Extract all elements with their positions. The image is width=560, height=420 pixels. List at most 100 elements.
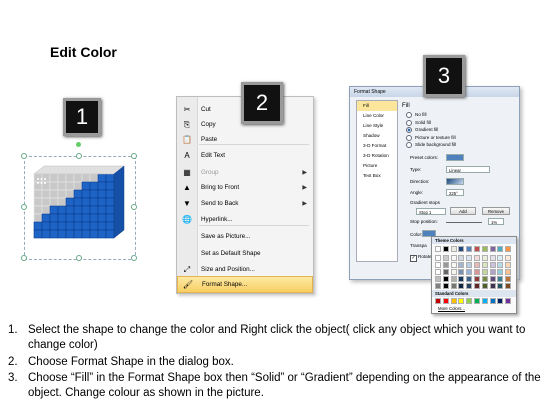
color-swatch[interactable] bbox=[489, 246, 496, 252]
color-swatch[interactable] bbox=[442, 246, 449, 252]
color-swatch[interactable] bbox=[458, 262, 465, 268]
color-swatch[interactable] bbox=[497, 269, 504, 275]
color-swatch[interactable] bbox=[474, 262, 480, 268]
color-swatch[interactable] bbox=[466, 283, 473, 289]
color-swatch[interactable] bbox=[466, 262, 473, 268]
color-swatch[interactable] bbox=[435, 298, 441, 304]
color-swatch[interactable] bbox=[481, 269, 488, 275]
color-swatch[interactable] bbox=[466, 276, 473, 282]
color-swatch[interactable] bbox=[466, 255, 473, 261]
color-swatch[interactable] bbox=[435, 255, 441, 261]
color-swatch[interactable] bbox=[474, 298, 480, 304]
color-swatch[interactable] bbox=[442, 262, 449, 268]
color-swatch[interactable] bbox=[435, 276, 441, 282]
color-swatch[interactable] bbox=[481, 255, 488, 261]
fill-option[interactable]: Slide background fill bbox=[406, 142, 456, 148]
selection-handle[interactable] bbox=[131, 153, 137, 159]
color-swatch[interactable] bbox=[497, 262, 504, 268]
color-swatch[interactable] bbox=[489, 262, 496, 268]
color-swatch[interactable] bbox=[458, 269, 465, 275]
color-swatch[interactable] bbox=[497, 283, 504, 289]
color-swatch[interactable] bbox=[442, 283, 449, 289]
color-swatch[interactable] bbox=[435, 262, 441, 268]
menu-item[interactable]: Save as Picture... bbox=[177, 228, 313, 245]
angle-field[interactable]: 225° bbox=[446, 189, 464, 196]
color-swatch[interactable] bbox=[450, 283, 457, 289]
fill-option[interactable]: Gradient fill bbox=[406, 127, 438, 133]
selection-handle[interactable] bbox=[76, 153, 82, 159]
color-swatch[interactable] bbox=[497, 246, 504, 252]
dialog-nav-item[interactable]: 3-D Rotation bbox=[357, 151, 397, 161]
color-swatch[interactable] bbox=[505, 276, 512, 282]
color-swatch[interactable] bbox=[489, 269, 496, 275]
dialog-nav-item[interactable]: Text Box bbox=[357, 171, 397, 181]
menu-item[interactable]: Set as Default Shape bbox=[177, 245, 313, 262]
color-swatch[interactable] bbox=[497, 276, 504, 282]
color-swatch[interactable] bbox=[489, 255, 496, 261]
fill-option[interactable]: Solid fill bbox=[406, 119, 431, 126]
add-stop-button[interactable]: Add bbox=[450, 207, 476, 215]
color-swatch[interactable] bbox=[497, 255, 504, 261]
radio-button-icon[interactable] bbox=[406, 134, 412, 141]
color-swatch[interactable] bbox=[466, 298, 473, 304]
menu-item[interactable]: 🖌 Format Shape... bbox=[177, 276, 313, 293]
direction-dropdown[interactable] bbox=[446, 178, 464, 185]
stop-position-slider[interactable] bbox=[446, 222, 482, 223]
color-swatch[interactable] bbox=[481, 262, 488, 268]
fill-option[interactable]: No fill bbox=[406, 112, 427, 118]
dialog-nav-item[interactable]: Line Color bbox=[357, 111, 397, 121]
stop-position-field[interactable]: 1% bbox=[488, 218, 504, 225]
color-swatch[interactable] bbox=[435, 283, 441, 289]
color-swatch[interactable] bbox=[481, 283, 488, 289]
color-swatch[interactable] bbox=[450, 262, 457, 268]
menu-item[interactable]: A Edit Text bbox=[177, 147, 313, 164]
color-swatch[interactable] bbox=[458, 246, 465, 252]
dialog-nav-item[interactable]: Picture bbox=[357, 161, 397, 171]
selection-handle[interactable] bbox=[21, 255, 27, 261]
color-swatch[interactable] bbox=[466, 246, 473, 252]
color-swatch[interactable] bbox=[435, 246, 441, 252]
color-swatch[interactable] bbox=[474, 283, 480, 289]
color-swatch[interactable] bbox=[505, 298, 512, 304]
type-dropdown[interactable]: Linear bbox=[446, 166, 490, 173]
remove-stop-button[interactable]: Remove bbox=[482, 207, 510, 215]
color-swatch[interactable] bbox=[489, 276, 496, 282]
radio-button-icon[interactable] bbox=[406, 127, 412, 133]
color-swatch[interactable] bbox=[474, 255, 480, 261]
color-swatch[interactable] bbox=[450, 269, 457, 275]
color-swatch[interactable] bbox=[505, 262, 512, 268]
rotate-checkbox[interactable]: ✓ bbox=[410, 255, 417, 262]
menu-item[interactable]: ▼ Send to Back ▶ bbox=[177, 195, 313, 212]
color-swatch[interactable] bbox=[474, 276, 480, 282]
color-swatch[interactable] bbox=[442, 255, 449, 261]
color-swatch[interactable] bbox=[505, 283, 512, 289]
more-colors-link[interactable]: More Colors... bbox=[438, 306, 465, 311]
color-swatch[interactable] bbox=[458, 298, 465, 304]
color-swatch[interactable] bbox=[489, 283, 496, 289]
dialog-nav-item[interactable]: 3-D Format bbox=[357, 141, 397, 151]
selection-handle[interactable] bbox=[131, 204, 137, 210]
color-swatch[interactable] bbox=[450, 276, 457, 282]
dialog-nav-item[interactable]: Fill bbox=[357, 101, 397, 111]
color-swatch[interactable] bbox=[505, 255, 512, 261]
selection-handle[interactable] bbox=[21, 204, 27, 210]
radio-button-icon[interactable] bbox=[406, 112, 412, 118]
color-swatch[interactable] bbox=[497, 298, 504, 304]
selection-handle[interactable] bbox=[131, 255, 137, 261]
color-swatch[interactable] bbox=[481, 276, 488, 282]
color-swatch[interactable] bbox=[481, 298, 488, 304]
dialog-nav-item[interactable]: Shadow bbox=[357, 131, 397, 141]
color-swatch[interactable] bbox=[435, 269, 441, 275]
rotate-handle[interactable] bbox=[76, 142, 81, 147]
color-swatch[interactable] bbox=[458, 276, 465, 282]
color-swatch[interactable] bbox=[474, 246, 480, 252]
color-swatch[interactable] bbox=[442, 276, 449, 282]
selection-handle[interactable] bbox=[21, 153, 27, 159]
color-swatch[interactable] bbox=[458, 255, 465, 261]
color-swatch[interactable] bbox=[450, 298, 457, 304]
color-swatch[interactable] bbox=[505, 269, 512, 275]
color-swatch[interactable] bbox=[442, 269, 449, 275]
color-swatch[interactable] bbox=[458, 283, 465, 289]
color-swatch[interactable] bbox=[481, 246, 488, 252]
color-swatch[interactable] bbox=[442, 298, 449, 304]
